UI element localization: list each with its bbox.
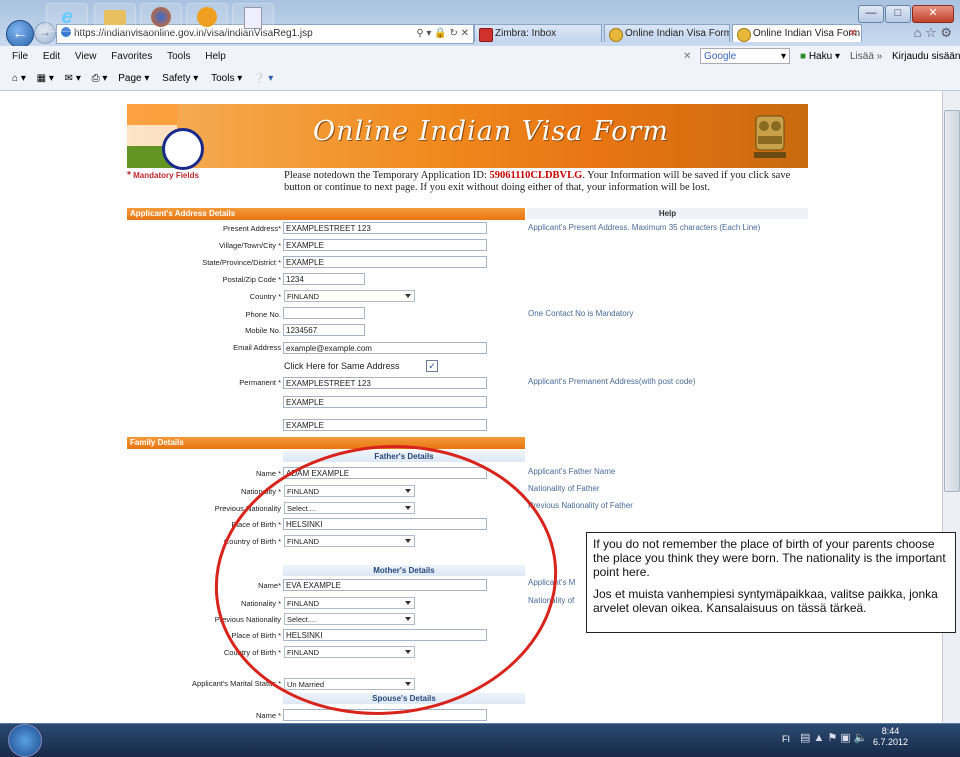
annotation-finnish: Jos et muista vanhempiesi syntymäpaikkaa… bbox=[593, 587, 938, 615]
document-taskbar-icon[interactable] bbox=[232, 3, 274, 32]
taskbar-clock[interactable]: 8:44 6.7.2012 bbox=[873, 726, 908, 748]
annotation-circle bbox=[214, 445, 558, 715]
tray-icons[interactable]: ▤ ▲ ⚑ ▣ 🔈 bbox=[800, 731, 867, 744]
app-taskbar-icon[interactable] bbox=[186, 3, 228, 32]
annotation-english: If you do not remember the place of birt… bbox=[593, 537, 946, 579]
firefox-taskbar-icon[interactable] bbox=[140, 3, 182, 32]
explorer-taskbar-icon[interactable] bbox=[94, 3, 136, 32]
language-indicator[interactable]: FI bbox=[782, 734, 790, 744]
start-button[interactable] bbox=[8, 724, 42, 757]
red-ellipse bbox=[214, 445, 558, 715]
clock-time: 8:44 bbox=[881, 726, 900, 736]
clock-date: 6.7.2012 bbox=[872, 737, 908, 747]
ie-taskbar-icon[interactable]: e bbox=[46, 3, 88, 32]
annotation-box: If you do not remember the place of birt… bbox=[586, 532, 956, 633]
